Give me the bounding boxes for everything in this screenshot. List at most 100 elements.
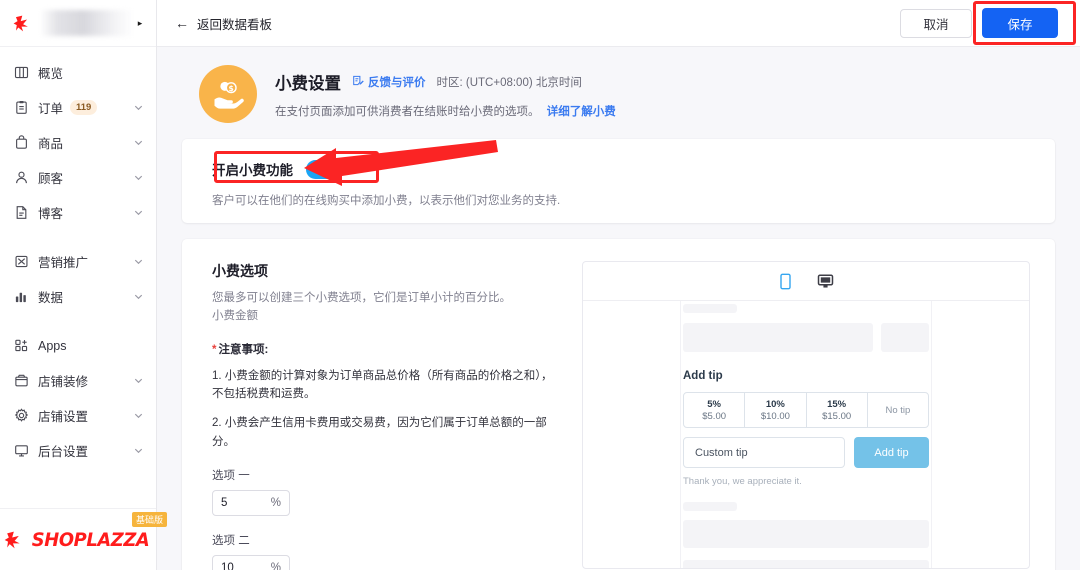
sidebar-item-label: 店铺设置 [38, 410, 89, 424]
notice-title: * 注意事项: [212, 341, 564, 357]
skeleton-label [683, 304, 737, 313]
sidebar-item-label: 订单 [38, 102, 64, 116]
tip-options-subtitle: 您最多可以创建三个小费选项，它们是订单小计的百分比。 小费金额 [212, 289, 564, 326]
nav-group-primary: 概览 订单 119 商品 顾客 博客 [0, 55, 156, 230]
skeleton-block [683, 560, 929, 568]
tip-option-field-2: 选项 二 10 % [212, 532, 564, 570]
blog-document-icon [13, 205, 29, 221]
preview-add-tip-title: Add tip [683, 370, 723, 382]
save-button[interactable]: 保存 [982, 8, 1058, 38]
tip-amount: $5.00 [702, 410, 727, 422]
tip-percent-input-1[interactable]: 5 % [212, 490, 290, 517]
skeleton-block [683, 323, 873, 352]
sidebar-item-overview[interactable]: 概览 [0, 55, 156, 90]
chevron-down-icon[interactable] [133, 410, 144, 421]
tip-hand-coins-icon: $ [199, 65, 257, 123]
sidebar-item-label: 顾客 [38, 172, 64, 186]
plan-badge: 基础版 [132, 511, 168, 527]
feedback-link[interactable]: 反馈与评价 [352, 74, 426, 90]
preview-tip-option[interactable]: 5% $5.00 [684, 393, 746, 427]
nav-group-system: Apps 店铺装修 店铺设置 后台设置 [0, 328, 156, 468]
store-switcher[interactable]: ▸ [0, 0, 156, 47]
back-label: 返回数据看板 [197, 17, 273, 32]
back-to-dashboard-link[interactable]: ← 返回数据看板 [175, 14, 272, 33]
tip-option-field-1: 选项 一 5 % [212, 467, 564, 517]
orders-count-badge: 119 [70, 100, 98, 115]
preview-custom-tip-row: Custom tip Add tip [683, 437, 929, 468]
page-header: $ 小费设置 反馈与评价 时区: (UTC+08:00) 北京时间 在支付页面添… [182, 47, 1055, 139]
orders-clipboard-icon [13, 100, 29, 116]
toggle-knob [325, 161, 340, 177]
page-header-row-1: 小费设置 反馈与评价 时区: (UTC+08:00) 北京时间 [275, 70, 616, 94]
page-header-row-2: 在支付页面添加可供消费者在结账时给小费的选项。 详细了解小费 [275, 103, 616, 119]
preview-no-tip-option[interactable]: No tip [868, 393, 928, 427]
desktop-icon[interactable] [817, 273, 834, 290]
chevron-down-icon[interactable] [133, 172, 144, 183]
sidebar-item-apps[interactable]: Apps [0, 328, 156, 363]
sidebar-item-products[interactable]: 商品 [0, 125, 156, 160]
chevron-down-icon[interactable] [133, 207, 144, 218]
notice-item: 1. 小费金额的计算对象为订单商品总价格（所有商品的价格之和），不包括税费和运费… [212, 369, 553, 401]
skeleton-block [683, 520, 929, 548]
preview-tip-options: 5% $5.00 10% $10.00 15% $15.00 No tip [683, 392, 929, 428]
chevron-right-icon[interactable]: ▸ [134, 18, 146, 28]
sidebar-item-admin-settings[interactable]: 后台设置 [0, 433, 156, 468]
sidebar-nav: 概览 订单 119 商品 顾客 博客 营销推广 数据 Apps 店铺装修 店铺设… [0, 47, 156, 468]
tip-amount: $15.00 [822, 410, 852, 422]
input-value: 5 [221, 497, 228, 510]
chevron-down-icon[interactable] [133, 137, 144, 148]
customer-person-icon [13, 170, 29, 186]
notice-item: 2. 小费会产生信用卡费用或交易费，因为它们属于订单总额的一部分。 [212, 417, 547, 448]
sidebar: ▸ 概览 订单 119 商品 顾客 博客 营销推广 数据 Apps 店铺装修 店… [0, 0, 168, 570]
learn-more-link[interactable]: 详细了解小费 [547, 106, 616, 118]
preview-add-tip-button[interactable]: Add tip [854, 437, 929, 468]
sidebar-item-marketing[interactable]: 营销推广 [0, 244, 156, 279]
page-header-text: 小费设置 反馈与评价 时区: (UTC+08:00) 北京时间 在支付页面添加可… [275, 65, 616, 119]
chevron-down-icon[interactable] [133, 256, 144, 267]
feedback-label: 反馈与评价 [368, 77, 426, 89]
topbar: ← 返回数据看板 取消 保存 [157, 0, 1080, 47]
app-root: ▸ 概览 订单 119 商品 顾客 博客 营销推广 数据 Apps 店铺装修 店… [0, 0, 1080, 570]
page-title: 小费设置 [275, 75, 341, 93]
marketing-megaphone-icon [13, 254, 29, 270]
tip-options-card: 小费选项 您最多可以创建三个小费选项，它们是订单小计的百分比。 小费金额 * 注意… [182, 239, 1055, 570]
chevron-down-icon[interactable] [133, 102, 144, 113]
chevron-down-icon[interactable] [133, 445, 144, 456]
preview-left-gutter [583, 301, 681, 568]
content-scroll-area[interactable]: $ 小费设置 反馈与评价 时区: (UTC+08:00) 北京时间 在支付页面添… [157, 47, 1080, 570]
notice-title-label: 注意事项: [218, 343, 269, 356]
field-label: 选项 一 [212, 470, 250, 483]
page-description: 在支付页面添加可供消费者在结账时给小费的选项。 [275, 106, 540, 118]
mobile-icon[interactable] [778, 273, 793, 290]
sidebar-item-store-settings[interactable]: 店铺设置 [0, 398, 156, 433]
input-value: 10 [221, 562, 234, 570]
storefront-icon [13, 373, 29, 389]
field-label: 选项 二 [212, 535, 250, 548]
custom-tip-input[interactable]: Custom tip [683, 437, 845, 468]
enable-tipping-label: 开启小费功能 [212, 163, 293, 178]
preview-tip-option[interactable]: 15% $15.00 [807, 393, 868, 427]
feedback-form-icon [352, 75, 364, 90]
preview-thanks-text: Thank you, we appreciate it. [683, 476, 802, 487]
chevron-down-icon[interactable] [133, 375, 144, 386]
enable-tipping-row: 开启小费功能 [212, 159, 1055, 179]
sidebar-item-label: 后台设置 [38, 445, 89, 459]
sidebar-item-orders[interactable]: 订单 119 [0, 90, 156, 125]
sidebar-item-storefront[interactable]: 店铺装修 [0, 363, 156, 398]
enable-tipping-card: 开启小费功能 客户可以在他们的在线购买中添加小费，以表示他们对您业务的支持. [182, 139, 1055, 223]
tip-options-title: 小费选项 [212, 263, 268, 279]
cancel-button[interactable]: 取消 [900, 8, 972, 38]
preview-tip-option[interactable]: 10% $10.00 [745, 393, 807, 427]
sidebar-item-blog[interactable]: 博客 [0, 195, 156, 230]
sidebar-item-customers[interactable]: 顾客 [0, 160, 156, 195]
sidebar-item-label: Apps [38, 338, 67, 353]
preview-right-gutter [931, 301, 1029, 568]
tip-percent-input-2[interactable]: 10 % [212, 555, 290, 570]
brand-name: SHOPLAZZA [31, 528, 150, 551]
sidebar-item-analytics[interactable]: 数据 [0, 279, 156, 314]
topbar-actions: 取消 保存 [900, 8, 1058, 38]
enable-tipping-toggle[interactable] [306, 159, 342, 179]
shoplazza-logo-icon [3, 530, 23, 550]
chevron-down-icon[interactable] [133, 291, 144, 302]
required-star-icon: * [212, 343, 217, 356]
